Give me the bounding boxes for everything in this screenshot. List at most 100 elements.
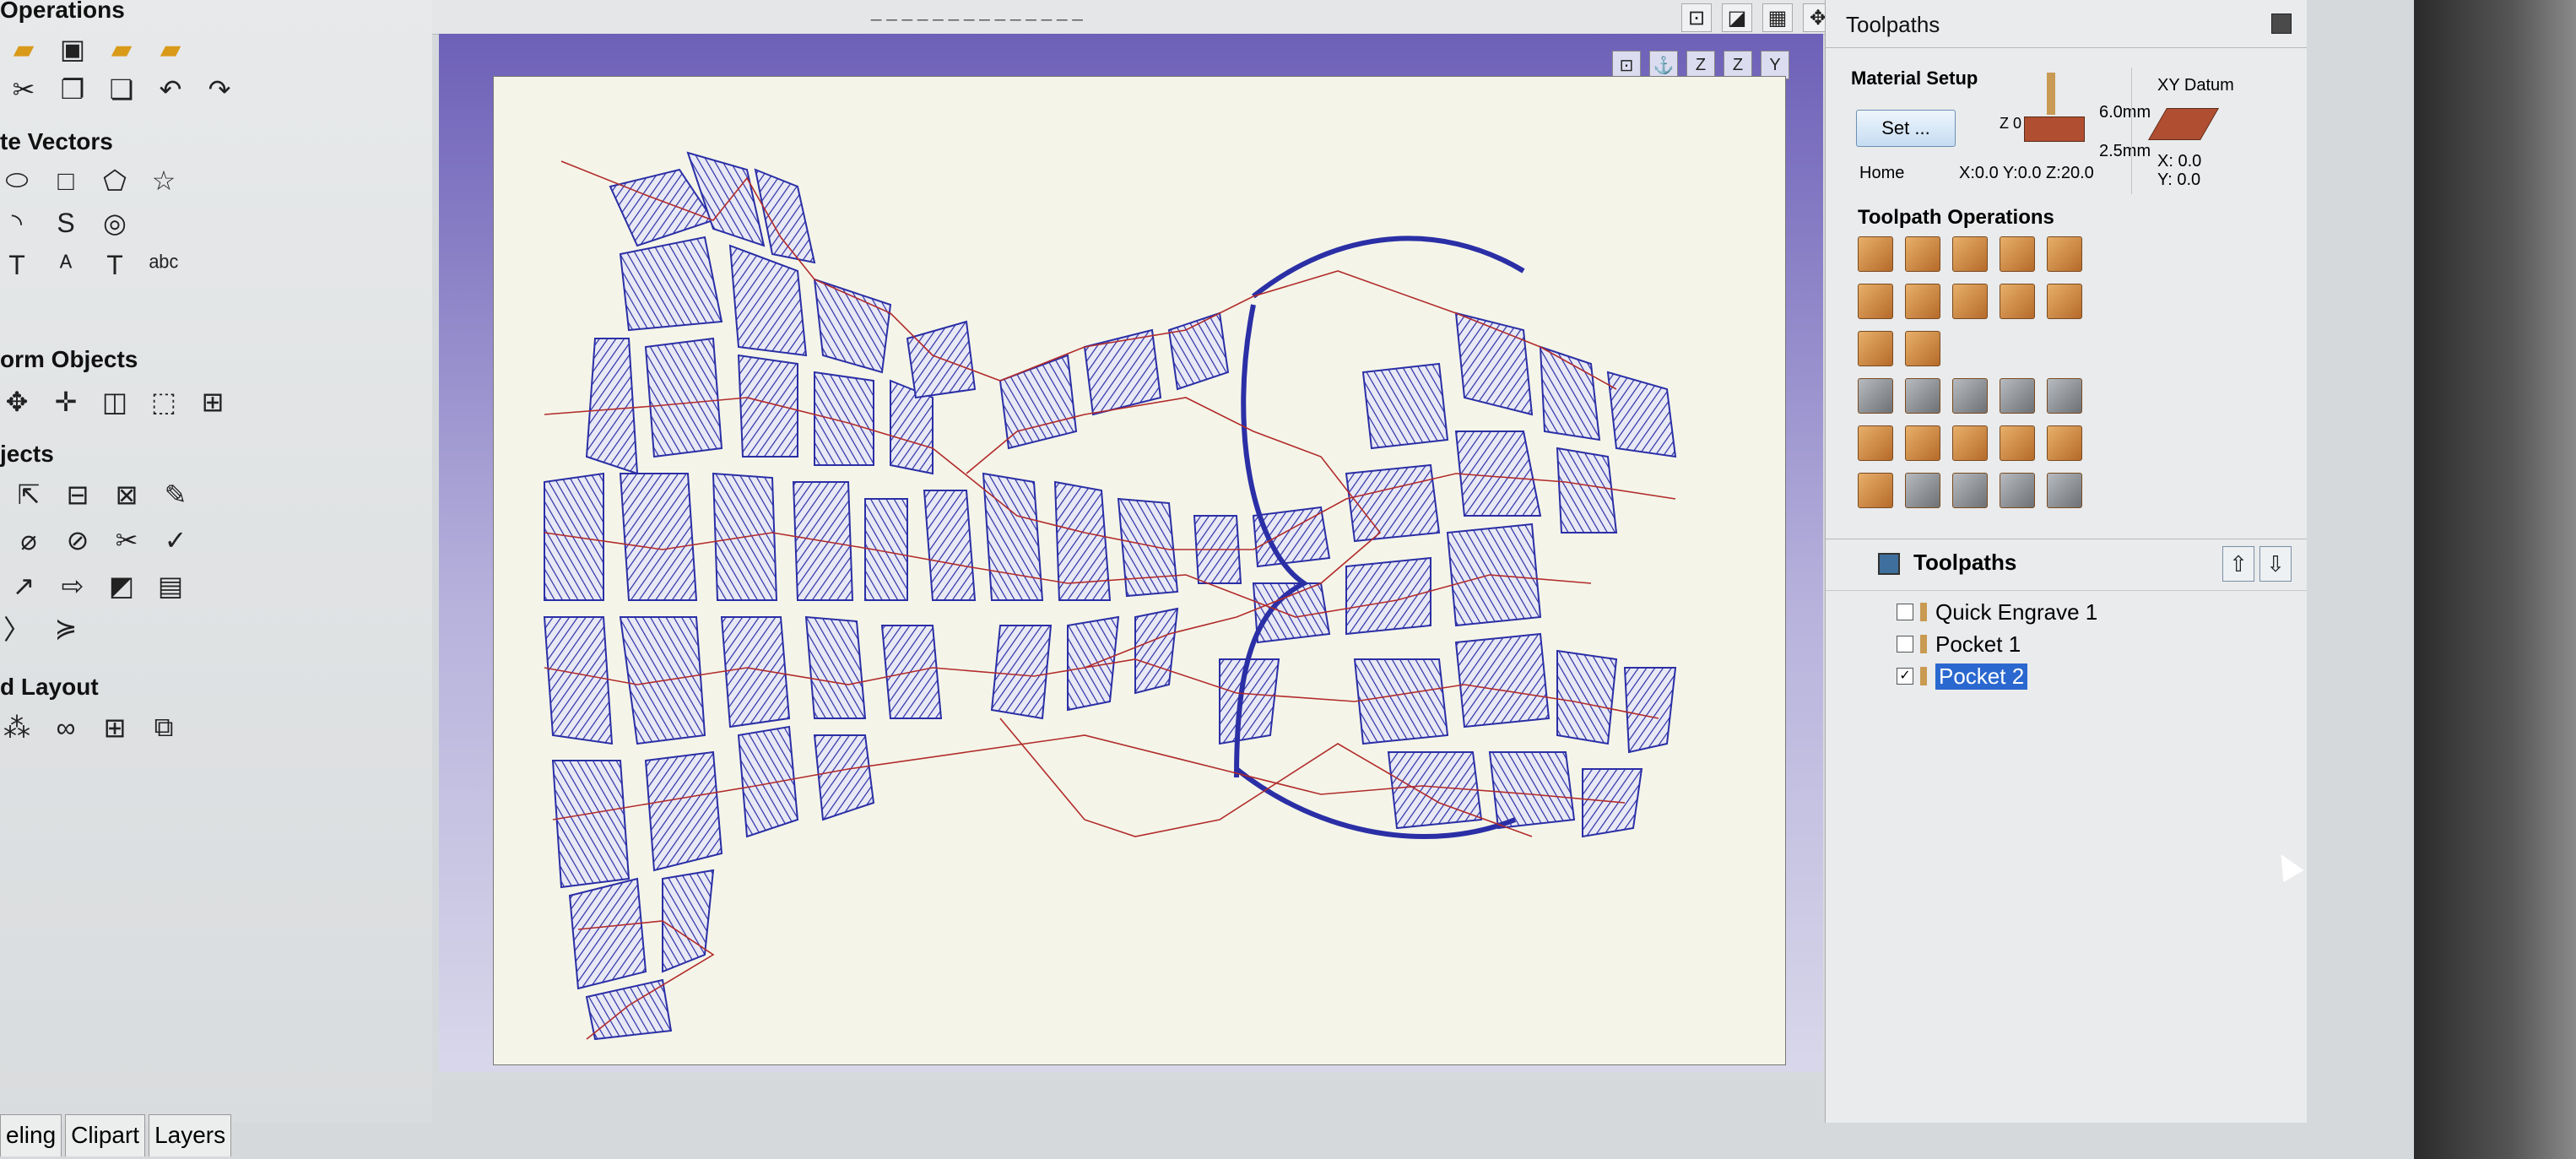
toolpath-setup-icon[interactable] — [1952, 473, 1988, 508]
move-up-icon[interactable]: ⇧ — [2222, 546, 2254, 582]
roughing-toolpath-icon[interactable] — [1858, 331, 1893, 366]
calculator-icon[interactable] — [2047, 378, 2082, 414]
drilling-toolpath-icon[interactable] — [1952, 236, 1988, 272]
preview-all-icon[interactable] — [1858, 425, 1893, 461]
star-icon[interactable]: ☆ — [147, 164, 181, 198]
finishing-toolpath-icon[interactable] — [1905, 331, 1940, 366]
tab-layers[interactable]: Layers — [149, 1114, 232, 1156]
view-z-top-icon[interactable]: Z — [1686, 51, 1715, 79]
text-icon[interactable]: T — [0, 248, 34, 282]
ungroup-icon[interactable]: ⊠ — [110, 478, 143, 512]
grid-layout-icon[interactable]: ⊞ — [98, 711, 132, 745]
toolpath-item-selected[interactable]: ✓ Pocket 2 — [1897, 660, 2097, 692]
toolpath-item[interactable]: Quick Engrave 1 — [1897, 596, 2097, 628]
tool-bit-icon — [1920, 635, 1927, 653]
pin-panel-icon[interactable] — [2271, 14, 2292, 34]
angle-right-icon[interactable]: 〉 — [0, 611, 34, 645]
array-icon[interactable]: ⁂ — [0, 711, 34, 745]
toolpath-checkbox-checked[interactable]: ✓ — [1897, 668, 1913, 685]
curve-icon[interactable]: S — [49, 206, 83, 240]
simulate-icon[interactable] — [1858, 473, 1893, 508]
arc-icon[interactable]: ◝ — [0, 206, 34, 240]
save-icon[interactable]: ▣ — [56, 32, 89, 66]
open-folder-icon[interactable]: ▰ — [7, 32, 41, 66]
mirror-icon[interactable]: ◫ — [98, 385, 132, 419]
text-tool-icon[interactable]: T — [98, 248, 132, 282]
move-icon[interactable]: ✥ — [0, 385, 34, 419]
material-set-button[interactable]: Set ... — [1856, 110, 1956, 147]
redo-icon[interactable]: ↷ — [203, 73, 236, 106]
pocket-cell — [619, 473, 698, 601]
save-toolpath-icon[interactable] — [2047, 473, 2082, 508]
v-carve-icon[interactable] — [2047, 236, 2082, 272]
cut-icon[interactable]: ✂ — [7, 73, 41, 106]
ellipse-icon[interactable]: ⬭ — [0, 164, 34, 198]
inlay-toolpath-icon[interactable] — [2000, 284, 2035, 319]
grid-icon[interactable]: ▦ — [1762, 3, 1793, 32]
node-edit-icon[interactable]: ⇱ — [12, 478, 46, 512]
pocket-cell — [1623, 667, 1677, 754]
group-icon[interactable]: ⊟ — [61, 478, 95, 512]
tool-database-icon[interactable] — [1858, 378, 1893, 414]
move-down-icon[interactable]: ⇩ — [2259, 546, 2292, 582]
align-icon[interactable]: ✛ — [49, 385, 83, 419]
template-icon[interactable] — [2000, 425, 2035, 461]
pocket-cell — [551, 760, 630, 889]
copy-layout-icon[interactable]: ⧉ — [147, 711, 181, 745]
xy-datum-x: X: 0.0 — [2157, 152, 2202, 171]
delete-toolpath-icon[interactable] — [2000, 378, 2035, 414]
chevron-right-icon[interactable]: ≽ — [49, 611, 83, 645]
toolpath-summary-icon[interactable] — [1952, 378, 1988, 414]
view-y-icon[interactable]: Y — [1761, 51, 1789, 79]
nest-icon[interactable]: ∞ — [49, 711, 83, 745]
tab-clipart[interactable]: Clipart — [65, 1114, 146, 1156]
scissors-icon[interactable]: ✂ — [110, 523, 143, 557]
center-icon[interactable]: ⊞ — [196, 385, 230, 419]
spiral-icon[interactable]: ◎ — [98, 206, 132, 240]
undo-icon[interactable]: ↶ — [154, 73, 187, 106]
time-estimate-icon[interactable] — [1905, 473, 1940, 508]
trim-icon[interactable]: ✎ — [159, 478, 192, 512]
view-2d-icon[interactable]: ⊡ — [1681, 3, 1712, 32]
edit-toolpath-icon[interactable] — [1905, 378, 1940, 414]
scale-icon[interactable]: ⬚ — [147, 385, 181, 419]
arc-text-icon[interactable]: ᵃᵇᶜ — [147, 248, 181, 282]
view-z-front-icon[interactable]: Z — [1724, 51, 1752, 79]
toolpath-item[interactable]: Pocket 1 — [1897, 628, 2097, 660]
settings-icon[interactable] — [2000, 473, 2035, 508]
fluting-toolpath-icon[interactable] — [1905, 284, 1940, 319]
fillet-icon[interactable]: ↗ — [7, 569, 41, 603]
bitmap-trace-icon[interactable]: ▤ — [154, 569, 187, 603]
rectangle-icon[interactable]: □ — [49, 164, 83, 198]
moulding-toolpath-icon[interactable] — [2047, 284, 2082, 319]
check-icon[interactable]: ✓ — [159, 523, 192, 557]
polygon-icon[interactable]: ⬠ — [98, 164, 132, 198]
merge-toolpaths-icon[interactable] — [1952, 425, 1988, 461]
section-layout: d Layout — [0, 674, 99, 700]
copy-icon[interactable]: ❐ — [56, 73, 89, 106]
toolpath-label: Quick Engrave 1 — [1935, 598, 2098, 625]
quick-engrave-icon[interactable] — [2000, 236, 2035, 272]
import-icon[interactable]: ▰ — [154, 32, 187, 66]
toolpath-checkbox[interactable] — [1897, 604, 1913, 620]
prism-carve-icon[interactable] — [1858, 284, 1893, 319]
pocket-toolpath-icon[interactable] — [1905, 236, 1940, 272]
view-3d-icon[interactable]: ◪ — [1722, 3, 1752, 32]
offset-icon[interactable]: ⇨ — [56, 569, 89, 603]
reset-preview-icon[interactable] — [2047, 425, 2082, 461]
text-on-curve-icon[interactable]: ᴬ — [49, 248, 83, 282]
tab-modeling[interactable]: eling — [0, 1114, 62, 1156]
folder-icon[interactable]: ▰ — [105, 32, 138, 66]
2d-viewport[interactable]: ⊡ ⚓ Z Z Y — [439, 34, 1823, 1072]
xy-datum-icon[interactable] — [2148, 108, 2219, 140]
texture-toolpath-icon[interactable] — [1952, 284, 1988, 319]
toolpath-checkbox[interactable] — [1897, 636, 1913, 653]
view-anchor-icon[interactable]: ⚓ — [1649, 51, 1678, 79]
profile-toolpath-icon[interactable] — [1858, 236, 1893, 272]
weld-icon[interactable]: ⊘ — [61, 523, 95, 557]
view-iso-icon[interactable]: ⊡ — [1612, 51, 1641, 79]
join-icon[interactable]: ⌀ — [12, 523, 46, 557]
measure-icon[interactable]: ◩ — [105, 569, 138, 603]
paste-icon[interactable]: ❏ — [105, 73, 138, 106]
preview-selected-icon[interactable] — [1905, 425, 1940, 461]
